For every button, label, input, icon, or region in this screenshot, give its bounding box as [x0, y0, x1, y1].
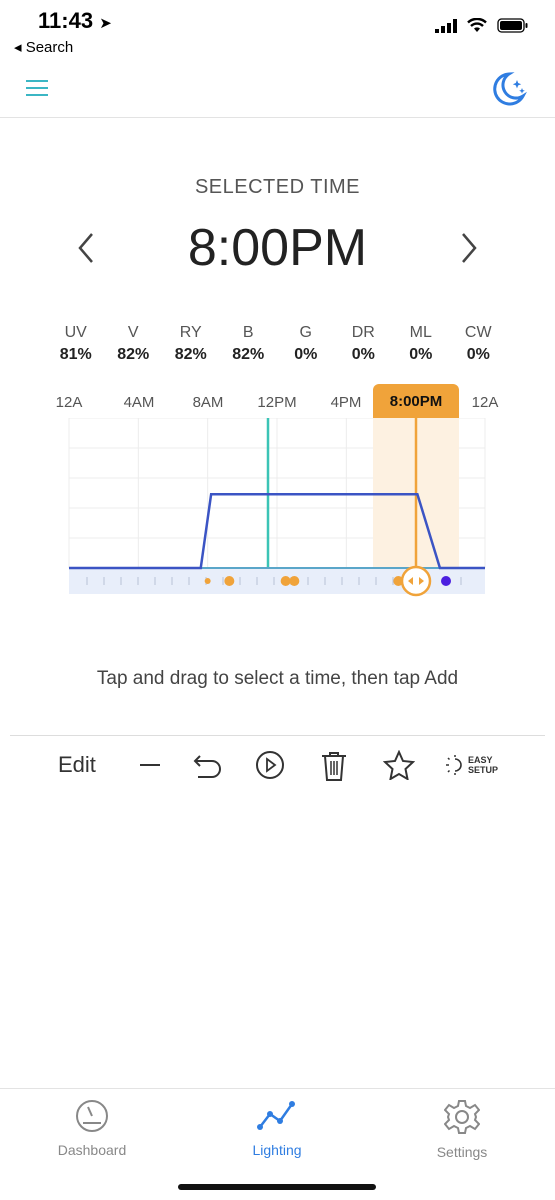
chart-line-icon	[257, 1101, 295, 1130]
status-bar: 11:43 ➤ ◂ Search	[0, 0, 555, 60]
play-icon[interactable]	[255, 750, 285, 780]
channel-g: G 0%	[294, 324, 318, 363]
tab-settings[interactable]: Settings	[402, 1099, 522, 1160]
lighting-schedule-chart[interactable]	[0, 418, 555, 598]
tick-label: 4PM	[330, 394, 362, 411]
tick-label: 12A	[55, 394, 83, 411]
divider	[10, 735, 545, 736]
instruction-hint: Tap and drag to select a time, then tap …	[96, 668, 459, 689]
keyframe-point[interactable]	[289, 576, 300, 586]
channel-cw: CW 0%	[464, 324, 492, 363]
channel-v: V 82%	[117, 324, 150, 363]
selected-time-label: SELECTED TIME	[194, 176, 361, 198]
moon-stars-icon[interactable]	[489, 70, 529, 108]
channel-ml: ML 0%	[409, 324, 433, 363]
keyframe-point[interactable]	[441, 576, 451, 586]
tab-dashboard[interactable]: Dashboard	[32, 1099, 152, 1158]
star-icon[interactable]	[383, 750, 415, 780]
gear-icon	[443, 1100, 481, 1134]
channel-values: UV 81% V 82% RY 82% B 82% G 0% DR 0% ML 0% CW 0%	[47, 324, 507, 364]
next-time-arrow-icon[interactable]	[457, 228, 481, 268]
channel-uv: UV 81%	[59, 324, 92, 363]
undo-icon[interactable]	[192, 750, 224, 780]
keyframe-point[interactable]	[204, 578, 211, 584]
easy-setup-button[interactable]: EASY SETUP	[446, 754, 498, 776]
status-icons	[435, 18, 529, 33]
channel-dr: DR 0%	[351, 324, 375, 363]
drag-handle[interactable]	[400, 565, 432, 597]
status-time: 11:43 ➤	[38, 8, 112, 33]
home-indicator	[178, 1184, 376, 1190]
edit-toolbar: Edit EASY SETUP	[0, 742, 555, 790]
signal-icon	[435, 18, 457, 33]
sun-icon	[446, 755, 462, 775]
edit-button[interactable]: Edit	[58, 752, 96, 778]
tick-label: 12PM	[257, 394, 297, 411]
time-axis: 12A 4AM 8AM 12PM 4PM 8:00PM 12A	[0, 384, 555, 418]
wifi-icon	[467, 18, 487, 32]
channel-ry: RY 82%	[174, 324, 207, 363]
minus-icon[interactable]	[138, 750, 162, 780]
channel-b: B 82%	[232, 324, 265, 363]
battery-icon	[497, 18, 528, 33]
trash-icon[interactable]	[320, 750, 348, 782]
top-nav	[0, 60, 555, 118]
tick-label: 12A	[471, 394, 499, 411]
back-to-search[interactable]: ◂ Search	[14, 38, 73, 56]
selected-time-tab[interactable]: 8:00PM	[373, 384, 459, 418]
keyframe-point[interactable]	[224, 576, 235, 586]
tick-label: 8AM	[192, 394, 224, 411]
tick-label: 4AM	[123, 394, 155, 411]
tab-lighting[interactable]: Lighting	[217, 1099, 337, 1158]
gauge-icon	[76, 1100, 108, 1132]
hamburger-icon[interactable]	[26, 80, 48, 98]
keyframe-point[interactable]	[280, 576, 291, 586]
tab-bar: Dashboard Lighting Settings	[0, 1088, 555, 1200]
